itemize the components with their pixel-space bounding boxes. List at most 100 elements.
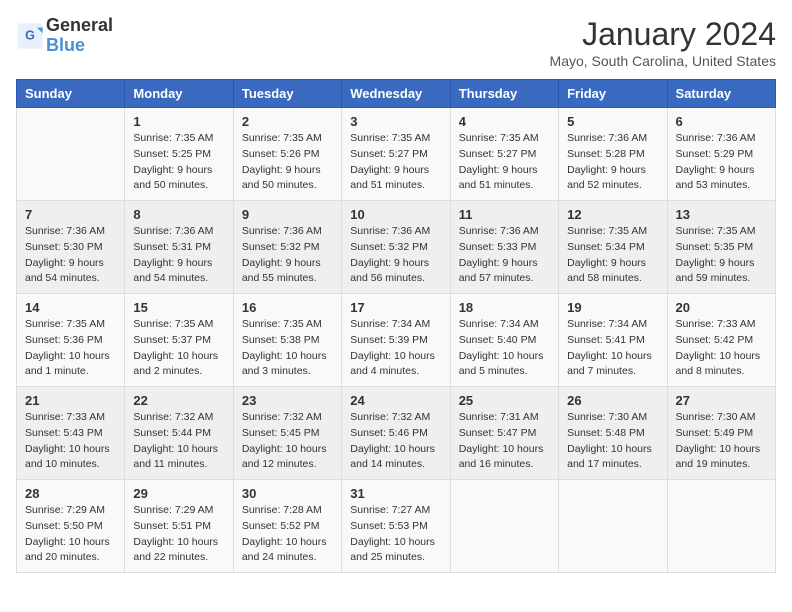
day-number: 31 [350, 486, 441, 501]
calendar-cell: 21 Sunrise: 7:33 AM Sunset: 5:43 PM Dayli… [17, 387, 125, 480]
logo: G General Blue [16, 16, 113, 56]
day-number: 22 [133, 393, 224, 408]
logo-text: General Blue [46, 16, 113, 56]
page-header: G General Blue January 2024 Mayo, South … [16, 16, 776, 69]
day-number: 24 [350, 393, 441, 408]
day-number: 8 [133, 207, 224, 222]
day-number: 13 [676, 207, 767, 222]
calendar-cell: 14 Sunrise: 7:35 AM Sunset: 5:36 PM Dayli… [17, 294, 125, 387]
calendar-cell [559, 480, 667, 573]
day-info: Sunrise: 7:36 AM Sunset: 5:29 PM Dayligh… [676, 131, 767, 194]
week-row-5: 28 Sunrise: 7:29 AM Sunset: 5:50 PM Dayli… [17, 480, 776, 573]
header-monday: Monday [125, 80, 233, 108]
day-number: 14 [25, 300, 116, 315]
calendar-cell: 27 Sunrise: 7:30 AM Sunset: 5:49 PM Dayli… [667, 387, 775, 480]
day-info: Sunrise: 7:36 AM Sunset: 5:32 PM Dayligh… [350, 224, 441, 287]
day-info: Sunrise: 7:29 AM Sunset: 5:51 PM Dayligh… [133, 503, 224, 566]
day-info: Sunrise: 7:36 AM Sunset: 5:30 PM Dayligh… [25, 224, 116, 287]
header-saturday: Saturday [667, 80, 775, 108]
day-number: 2 [242, 114, 333, 129]
day-number: 20 [676, 300, 767, 315]
day-info: Sunrise: 7:28 AM Sunset: 5:52 PM Dayligh… [242, 503, 333, 566]
calendar-cell: 24Sunrise: 7:32 AM Sunset: 5:46 PM Dayli… [342, 387, 450, 480]
day-number: 28 [25, 486, 116, 501]
day-info: Sunrise: 7:35 AM Sunset: 5:35 PM Dayligh… [676, 224, 767, 287]
calendar-cell: 26 Sunrise: 7:30 AM Sunset: 5:48 PM Dayli… [559, 387, 667, 480]
location: Mayo, South Carolina, United States [550, 53, 776, 69]
day-info: Sunrise: 7:30 AM Sunset: 5:49 PM Dayligh… [676, 410, 767, 473]
calendar-cell: 20Sunrise: 7:33 AM Sunset: 5:42 PM Dayli… [667, 294, 775, 387]
week-row-3: 14 Sunrise: 7:35 AM Sunset: 5:36 PM Dayli… [17, 294, 776, 387]
day-number: 26 [567, 393, 658, 408]
calendar-cell: 29 Sunrise: 7:29 AM Sunset: 5:51 PM Dayli… [125, 480, 233, 573]
logo-icon: G [16, 22, 44, 50]
calendar-cell: 31 Sunrise: 7:27 AM Sunset: 5:53 PM Dayli… [342, 480, 450, 573]
day-info: Sunrise: 7:35 AM Sunset: 5:27 PM Dayligh… [459, 131, 550, 194]
header-wednesday: Wednesday [342, 80, 450, 108]
day-number: 30 [242, 486, 333, 501]
calendar-cell: 25Sunrise: 7:31 AM Sunset: 5:47 PM Dayli… [450, 387, 558, 480]
day-number: 12 [567, 207, 658, 222]
day-number: 5 [567, 114, 658, 129]
day-info: Sunrise: 7:34 AM Sunset: 5:39 PM Dayligh… [350, 317, 441, 380]
week-row-4: 21 Sunrise: 7:33 AM Sunset: 5:43 PM Dayli… [17, 387, 776, 480]
day-info: Sunrise: 7:27 AM Sunset: 5:53 PM Dayligh… [350, 503, 441, 566]
week-row-2: 7Sunrise: 7:36 AM Sunset: 5:30 PM Daylig… [17, 201, 776, 294]
day-info: Sunrise: 7:35 AM Sunset: 5:26 PM Dayligh… [242, 131, 333, 194]
day-number: 3 [350, 114, 441, 129]
day-info: Sunrise: 7:35 AM Sunset: 5:34 PM Dayligh… [567, 224, 658, 287]
day-number: 27 [676, 393, 767, 408]
week-row-1: 1 Sunrise: 7:35 AM Sunset: 5:25 PM Daylig… [17, 108, 776, 201]
day-number: 4 [459, 114, 550, 129]
day-number: 17 [350, 300, 441, 315]
calendar-cell: 8 Sunrise: 7:36 AM Sunset: 5:31 PM Daylig… [125, 201, 233, 294]
day-number: 11 [459, 207, 550, 222]
calendar-cell: 28 Sunrise: 7:29 AM Sunset: 5:50 PM Dayli… [17, 480, 125, 573]
day-info: Sunrise: 7:36 AM Sunset: 5:32 PM Dayligh… [242, 224, 333, 287]
calendar-cell: 6Sunrise: 7:36 AM Sunset: 5:29 PM Daylig… [667, 108, 775, 201]
day-info: Sunrise: 7:35 AM Sunset: 5:38 PM Dayligh… [242, 317, 333, 380]
day-info: Sunrise: 7:35 AM Sunset: 5:25 PM Dayligh… [133, 131, 224, 194]
svg-text:G: G [25, 28, 35, 42]
day-info: Sunrise: 7:36 AM Sunset: 5:28 PM Dayligh… [567, 131, 658, 194]
header-sunday: Sunday [17, 80, 125, 108]
month-title: January 2024 [550, 16, 776, 53]
day-info: Sunrise: 7:29 AM Sunset: 5:50 PM Dayligh… [25, 503, 116, 566]
calendar-table: SundayMondayTuesdayWednesdayThursdayFrid… [16, 79, 776, 573]
day-number: 29 [133, 486, 224, 501]
day-number: 21 [25, 393, 116, 408]
day-number: 25 [459, 393, 550, 408]
calendar-cell: 10 Sunrise: 7:36 AM Sunset: 5:32 PM Dayli… [342, 201, 450, 294]
day-info: Sunrise: 7:36 AM Sunset: 5:33 PM Dayligh… [459, 224, 550, 287]
day-info: Sunrise: 7:33 AM Sunset: 5:43 PM Dayligh… [25, 410, 116, 473]
calendar-cell: 16Sunrise: 7:35 AM Sunset: 5:38 PM Dayli… [233, 294, 341, 387]
day-info: Sunrise: 7:32 AM Sunset: 5:45 PM Dayligh… [242, 410, 333, 473]
day-info: Sunrise: 7:35 AM Sunset: 5:36 PM Dayligh… [25, 317, 116, 380]
day-info: Sunrise: 7:34 AM Sunset: 5:40 PM Dayligh… [459, 317, 550, 380]
title-section: January 2024 Mayo, South Carolina, Unite… [550, 16, 776, 69]
day-number: 10 [350, 207, 441, 222]
calendar-cell: 11 Sunrise: 7:36 AM Sunset: 5:33 PM Dayli… [450, 201, 558, 294]
day-number: 1 [133, 114, 224, 129]
day-info: Sunrise: 7:34 AM Sunset: 5:41 PM Dayligh… [567, 317, 658, 380]
calendar-cell: 2 Sunrise: 7:35 AM Sunset: 5:26 PM Daylig… [233, 108, 341, 201]
day-info: Sunrise: 7:36 AM Sunset: 5:31 PM Dayligh… [133, 224, 224, 287]
day-number: 19 [567, 300, 658, 315]
day-info: Sunrise: 7:30 AM Sunset: 5:48 PM Dayligh… [567, 410, 658, 473]
calendar-cell: 30 Sunrise: 7:28 AM Sunset: 5:52 PM Dayli… [233, 480, 341, 573]
calendar-cell: 22Sunrise: 7:32 AM Sunset: 5:44 PM Dayli… [125, 387, 233, 480]
calendar-cell: 1 Sunrise: 7:35 AM Sunset: 5:25 PM Daylig… [125, 108, 233, 201]
calendar-cell [17, 108, 125, 201]
calendar-cell: 17 Sunrise: 7:34 AM Sunset: 5:39 PM Dayli… [342, 294, 450, 387]
header-thursday: Thursday [450, 80, 558, 108]
day-number: 23 [242, 393, 333, 408]
weekday-header-row: SundayMondayTuesdayWednesdayThursdayFrid… [17, 80, 776, 108]
calendar-cell: 23 Sunrise: 7:32 AM Sunset: 5:45 PM Dayli… [233, 387, 341, 480]
header-tuesday: Tuesday [233, 80, 341, 108]
calendar-cell: 3Sunrise: 7:35 AM Sunset: 5:27 PM Daylig… [342, 108, 450, 201]
calendar-cell [450, 480, 558, 573]
calendar-cell: 13 Sunrise: 7:35 AM Sunset: 5:35 PM Dayli… [667, 201, 775, 294]
day-number: 18 [459, 300, 550, 315]
header-friday: Friday [559, 80, 667, 108]
calendar-cell: 19 Sunrise: 7:34 AM Sunset: 5:41 PM Dayli… [559, 294, 667, 387]
